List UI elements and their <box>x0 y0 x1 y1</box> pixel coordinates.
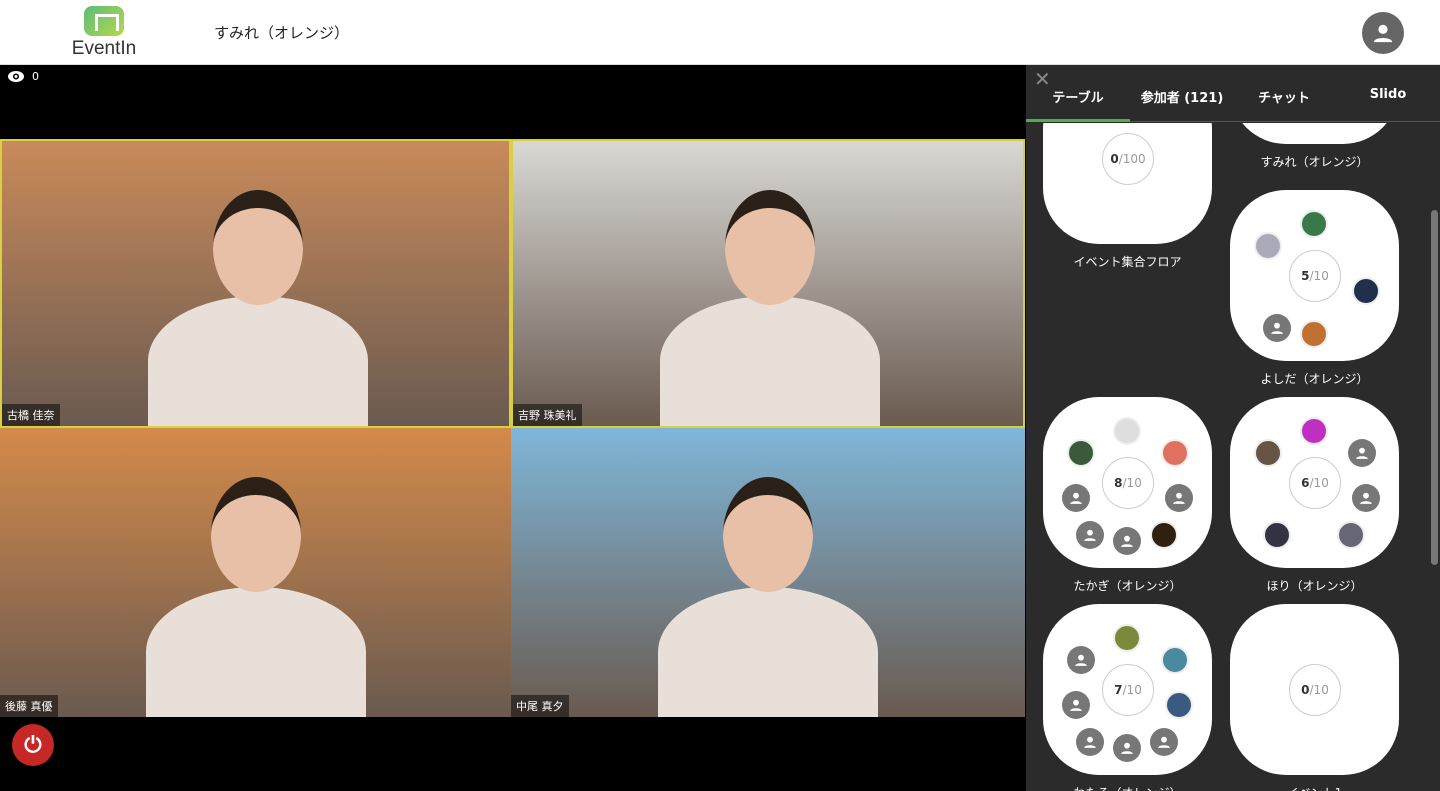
empty-seat-user-icon[interactable] <box>1113 527 1141 555</box>
participant-avatar[interactable] <box>1254 439 1282 467</box>
logo-mark-icon <box>84 6 124 36</box>
top-header: EventIn すみれ（オレンジ） <box>0 0 1440 65</box>
participant-name: 吉野 珠美礼 <box>513 404 582 426</box>
sidebar-scrollbar[interactable] <box>1431 210 1438 565</box>
table-label: イベント集合フロア <box>1073 255 1182 269</box>
table-capacity: 6/10 <box>1289 457 1341 509</box>
participant-name: 後藤 真優 <box>0 695 58 717</box>
table-capacity: 7/10 <box>1102 664 1154 716</box>
participant-avatar[interactable] <box>1337 521 1365 549</box>
participant-avatar[interactable] <box>1263 521 1291 549</box>
empty-seat-user-icon[interactable] <box>1348 439 1376 467</box>
exit-icon: ⏻ <box>24 732 42 758</box>
video-tile[interactable]: 古橋 佳奈 <box>0 139 511 428</box>
participant-avatar[interactable] <box>1352 277 1380 305</box>
video-tile[interactable]: 後藤 真優 <box>0 428 511 717</box>
table-list: 0/100 イベント集合フロア すみれ（オレンジ） 5/10 よしだ（オレンジ） 8/10… <box>1026 123 1440 791</box>
participant-avatar[interactable] <box>1161 646 1189 674</box>
sidebar-tabs: ✕ テーブル 参加者 (121) チャット Slido <box>1026 65 1440 122</box>
tab-slido[interactable]: Slido <box>1336 87 1440 102</box>
empty-seat-user-icon[interactable] <box>1352 484 1380 512</box>
participant-avatar[interactable] <box>1161 439 1189 467</box>
participant-video <box>660 296 880 426</box>
tab-tables[interactable]: テーブル <box>1026 87 1130 106</box>
user-icon <box>1373 24 1393 43</box>
participant-video <box>658 587 878 717</box>
table-card[interactable]: 7/10 <box>1043 604 1212 775</box>
empty-seat-user-icon[interactable] <box>1150 728 1178 756</box>
participant-video <box>147 296 368 426</box>
eye-icon <box>8 71 24 82</box>
table-capacity: 5/10 <box>1289 250 1341 302</box>
table-label: ほり（オレンジ） <box>1266 579 1363 593</box>
active-tab-indicator <box>1026 119 1130 122</box>
table-capacity: 8/10 <box>1102 457 1154 509</box>
table-label: よしだ（オレンジ） <box>1260 372 1369 386</box>
empty-seat-user-icon[interactable] <box>1076 521 1104 549</box>
table-card[interactable]: 6/10 <box>1230 397 1399 568</box>
empty-seat-user-icon[interactable] <box>1062 484 1090 512</box>
participant-avatar[interactable] <box>1300 210 1328 238</box>
video-tile[interactable]: 中尾 真夕 <box>511 428 1025 717</box>
participant-avatar[interactable] <box>1067 439 1095 467</box>
logo-text: EventIn <box>71 38 137 59</box>
table-capacity: 0/10 <box>1289 664 1341 716</box>
participant-head <box>723 477 813 592</box>
participant-avatar[interactable] <box>1300 417 1328 445</box>
participant-avatar[interactable] <box>1150 521 1178 549</box>
participant-head <box>210 477 301 592</box>
empty-seat-user-icon[interactable] <box>1165 484 1193 512</box>
participant-avatar[interactable] <box>1300 320 1328 348</box>
table-label: イベント1 <box>1230 784 1399 791</box>
participant-name: 中尾 真夕 <box>511 695 569 717</box>
sidebar: ✕ テーブル 参加者 (121) チャット Slido 0/100 イベント集合フ… <box>1026 65 1440 791</box>
eventin-logo[interactable]: EventIn <box>66 6 142 60</box>
tab-participants[interactable]: 参加者 (121) <box>1130 87 1234 106</box>
table-card[interactable]: 0/10 <box>1230 604 1399 775</box>
viewer-count: 0 <box>8 70 39 83</box>
participant-avatar[interactable] <box>1113 624 1141 652</box>
empty-seat-user-icon[interactable] <box>1076 728 1104 756</box>
participant-head <box>212 190 303 305</box>
room-title: すみれ（オレンジ） <box>214 24 350 42</box>
table-card[interactable]: 0/100 <box>1043 123 1212 244</box>
table-card[interactable] <box>1230 123 1399 144</box>
table-label: たかぎ（オレンジ） <box>1073 579 1182 593</box>
participant-name: 古橋 佳奈 <box>2 404 60 426</box>
empty-seat-user-icon[interactable] <box>1067 646 1095 674</box>
leave-button[interactable]: ⏻ <box>12 724 54 766</box>
table-label: すみれ（オレンジ） <box>1260 155 1369 169</box>
participant-avatar[interactable] <box>1165 691 1193 719</box>
table-card[interactable]: 8/10 <box>1043 397 1212 568</box>
participant-avatar[interactable] <box>1113 417 1141 445</box>
viewer-count-value: 0 <box>32 70 39 83</box>
empty-seat-user-icon[interactable] <box>1263 314 1291 342</box>
empty-seat-user-icon[interactable] <box>1113 734 1141 762</box>
participant-video <box>145 587 366 717</box>
table-capacity: 0/100 <box>1102 133 1154 185</box>
participant-avatar[interactable] <box>1254 232 1282 260</box>
user-menu-button[interactable] <box>1362 12 1404 54</box>
table-card[interactable]: 5/10 <box>1230 190 1399 361</box>
participant-head <box>725 190 815 305</box>
empty-seat-user-icon[interactable] <box>1062 691 1090 719</box>
tab-chat[interactable]: チャット <box>1232 87 1336 106</box>
table-label: わたる（オレンジ） <box>1043 784 1212 791</box>
video-tile[interactable]: 吉野 珠美礼 <box>511 139 1025 428</box>
